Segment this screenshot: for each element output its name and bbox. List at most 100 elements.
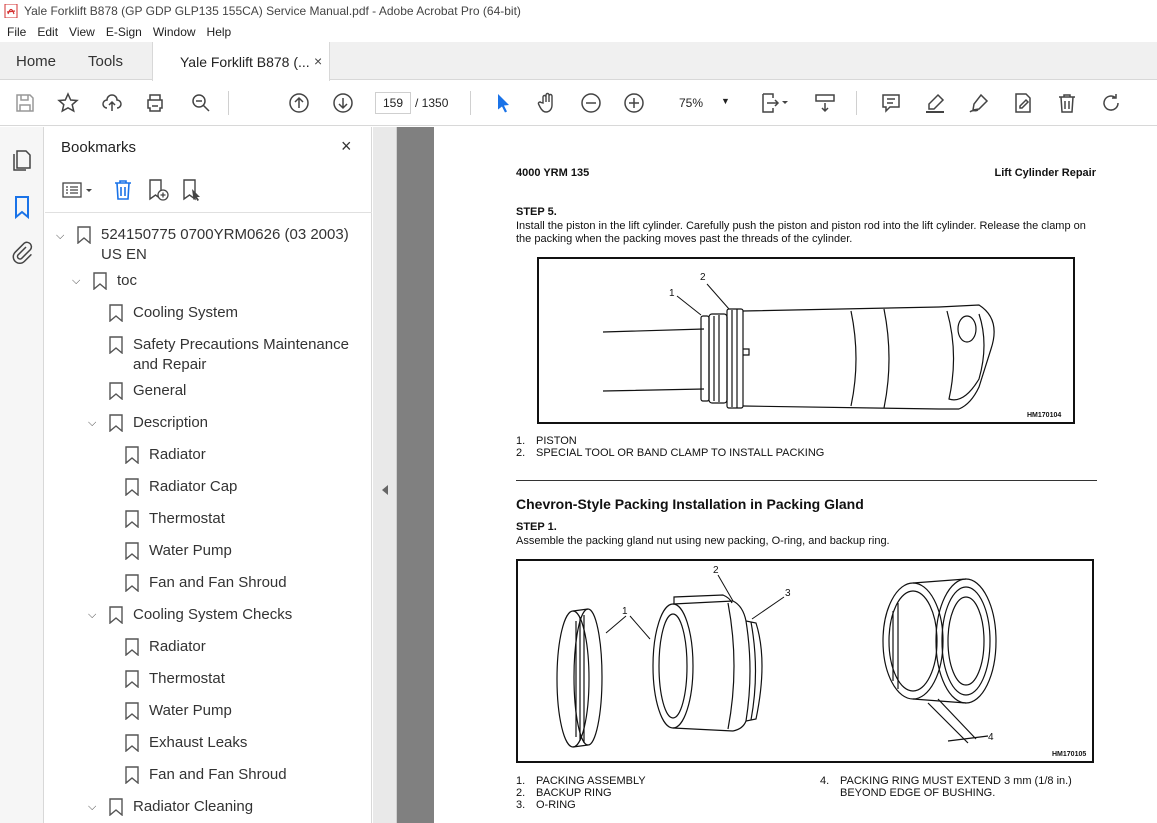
bookmarks-toolbar — [45, 167, 372, 213]
menu-edit[interactable]: Edit — [37, 25, 58, 39]
close-icon[interactable]: × — [341, 136, 352, 157]
chevron-down-icon: ▼ — [721, 96, 730, 106]
save-icon[interactable] — [12, 90, 38, 116]
bookmark-item[interactable]: Water Pump — [45, 701, 345, 721]
menu-esign[interactable]: E-Sign — [106, 25, 142, 39]
legend-text: BEYOND EDGE OF BUSHING. — [840, 787, 996, 799]
document-viewer[interactable]: 4000 YRM 135 Lift Cylinder Repair STEP 5… — [373, 127, 1157, 823]
delete-icon[interactable] — [1054, 90, 1080, 116]
next-page-icon[interactable] — [330, 90, 356, 116]
menu-view[interactable]: View — [69, 25, 95, 39]
bookmark-item-toc[interactable]: ⌵ toc — [45, 271, 345, 291]
bookmark-icon — [125, 702, 139, 720]
chevron-down-icon[interactable]: ⌵ — [88, 797, 96, 817]
zoom-search-icon[interactable] — [188, 90, 214, 116]
scroll-mode-icon[interactable] — [812, 90, 838, 116]
collapse-panel-button[interactable] — [373, 127, 397, 823]
bookmark-label: Safety Precautions Maintenance — [133, 336, 349, 353]
bookmark-item[interactable]: Water Pump — [45, 541, 345, 561]
sign-icon[interactable] — [966, 90, 992, 116]
menu-window[interactable]: Window — [153, 25, 196, 39]
toolbar-separator — [470, 91, 471, 115]
zoom-out-icon[interactable] — [578, 90, 604, 116]
bookmarks-panel-icon[interactable] — [9, 194, 35, 220]
tab-tools[interactable]: Tools — [88, 53, 123, 70]
chevron-down-icon[interactable]: ⌵ — [56, 226, 64, 246]
bookmarks-panel: Bookmarks × ⌵ 524150775 0700YRM0626 (03 … — [45, 127, 415, 823]
page-number-input[interactable]: 159 — [375, 92, 411, 114]
hand-icon[interactable] — [534, 90, 560, 116]
legend-number: 1. — [516, 435, 526, 447]
bookmark-label: Cooling System Checks — [133, 606, 293, 623]
tab-home[interactable]: Home — [16, 53, 56, 70]
legend-item: 2. BACKUP RING — [516, 787, 646, 799]
bookmark-item[interactable]: General — [45, 381, 345, 401]
bookmark-label: and Repair — [133, 356, 207, 373]
fit-page-icon[interactable] — [756, 90, 792, 116]
bookmark-item[interactable]: Radiator — [45, 445, 345, 465]
legend-number: 4. — [820, 775, 830, 787]
bookmark-item[interactable]: ⌵ Description — [45, 413, 345, 433]
bookmark-search-icon[interactable] — [179, 177, 205, 203]
zoom-in-icon[interactable] — [621, 90, 647, 116]
divider — [516, 480, 1097, 481]
highlight-icon[interactable] — [922, 90, 948, 116]
tab-close-icon[interactable]: × — [314, 53, 322, 69]
step1-title: STEP 1. — [516, 521, 557, 533]
step5-text: Install the piston in the lift cylinder.… — [516, 220, 1086, 245]
bookmark-item[interactable]: Radiator Cap — [45, 477, 345, 497]
tab-document[interactable]: Yale Forklift B878 (... × — [152, 42, 330, 81]
bookmark-item[interactable]: Thermostat — [45, 509, 345, 529]
page-total: / 1350 — [415, 96, 449, 110]
step1-text: Assemble the packing gland nut using new… — [516, 535, 890, 547]
bookmark-item[interactable]: ⌵ Radiator Cleaning — [45, 797, 345, 817]
bookmark-item[interactable]: Safety Precautions Maintenance and Repai… — [45, 335, 349, 375]
zoom-dropdown[interactable]: 75% ▼ — [663, 92, 741, 114]
star-icon[interactable] — [55, 90, 81, 116]
figure-piston-install: 1 2 HM170104 — [537, 257, 1075, 424]
acrobat-icon — [4, 4, 18, 18]
pdf-page: 4000 YRM 135 Lift Cylinder Repair STEP 5… — [434, 127, 1157, 823]
bookmark-label: Description — [133, 414, 209, 431]
page-header-right: Lift Cylinder Repair — [994, 167, 1096, 179]
new-bookmark-icon[interactable] — [145, 177, 171, 203]
bookmark-item[interactable]: Radiator — [45, 637, 345, 657]
edit-icon[interactable] — [1010, 90, 1036, 116]
rotate-icon[interactable] — [1098, 90, 1124, 116]
select-cursor-icon[interactable] — [490, 90, 516, 116]
bookmark-item[interactable]: Fan and Fan Shroud — [45, 765, 345, 785]
bookmark-icon — [125, 478, 139, 496]
bookmark-item[interactable]: Cooling System — [45, 303, 345, 323]
bookmark-item[interactable]: ⌵ Cooling System Checks — [45, 605, 345, 625]
bookmark-item-root[interactable]: ⌵ 524150775 0700YRM0626 (03 2003) US EN — [45, 225, 349, 265]
bookmark-label: Radiator — [149, 446, 206, 463]
comment-icon[interactable] — [878, 90, 904, 116]
chevron-down-icon[interactable]: ⌵ — [72, 271, 80, 291]
attachment-icon[interactable] — [9, 239, 35, 265]
legend-item: 4. PACKING RING MUST EXTEND 3 mm (1/8 in.… — [820, 775, 1072, 787]
prev-page-icon[interactable] — [286, 90, 312, 116]
legend-item: 3. O-RING — [516, 799, 646, 811]
fig2-legend-left: 1. PACKING ASSEMBLY 2. BACKUP RING 3. O-RIN… — [516, 775, 646, 811]
bookmark-item[interactable]: Fan and Fan Shroud — [45, 573, 345, 593]
tab-bar: Home Tools Yale Forklift B878 (... × — [0, 42, 1157, 81]
print-icon[interactable] — [142, 90, 168, 116]
chevron-down-icon[interactable]: ⌵ — [88, 413, 96, 433]
legend-text: SPECIAL TOOL OR BAND CLAMP TO INSTALL PA… — [536, 447, 825, 459]
chevron-down-icon[interactable]: ⌵ — [88, 605, 96, 625]
bookmark-label: Radiator — [149, 638, 206, 655]
delete-bookmark-icon[interactable] — [110, 177, 136, 203]
legend-item: 1. PISTON — [516, 435, 824, 447]
title-bar: Yale Forklift B878 (GP GDP GLP135 155CA)… — [0, 0, 1157, 22]
bookmarks-tree: ⌵ 524150775 0700YRM0626 (03 2003) US EN … — [45, 215, 355, 823]
bookmark-item[interactable]: Thermostat — [45, 669, 345, 689]
bookmark-options-icon[interactable] — [61, 177, 97, 203]
upload-icon[interactable] — [99, 90, 125, 116]
bookmark-item[interactable]: Exhaust Leaks — [45, 733, 345, 753]
bookmark-icon — [125, 734, 139, 752]
page-thumbnails-icon[interactable] — [9, 147, 35, 173]
bookmark-icon — [93, 272, 107, 290]
legend-item: 2. SPECIAL TOOL OR BAND CLAMP TO INSTALL … — [516, 447, 824, 459]
menu-file[interactable]: File — [7, 25, 26, 39]
menu-help[interactable]: Help — [207, 25, 232, 39]
